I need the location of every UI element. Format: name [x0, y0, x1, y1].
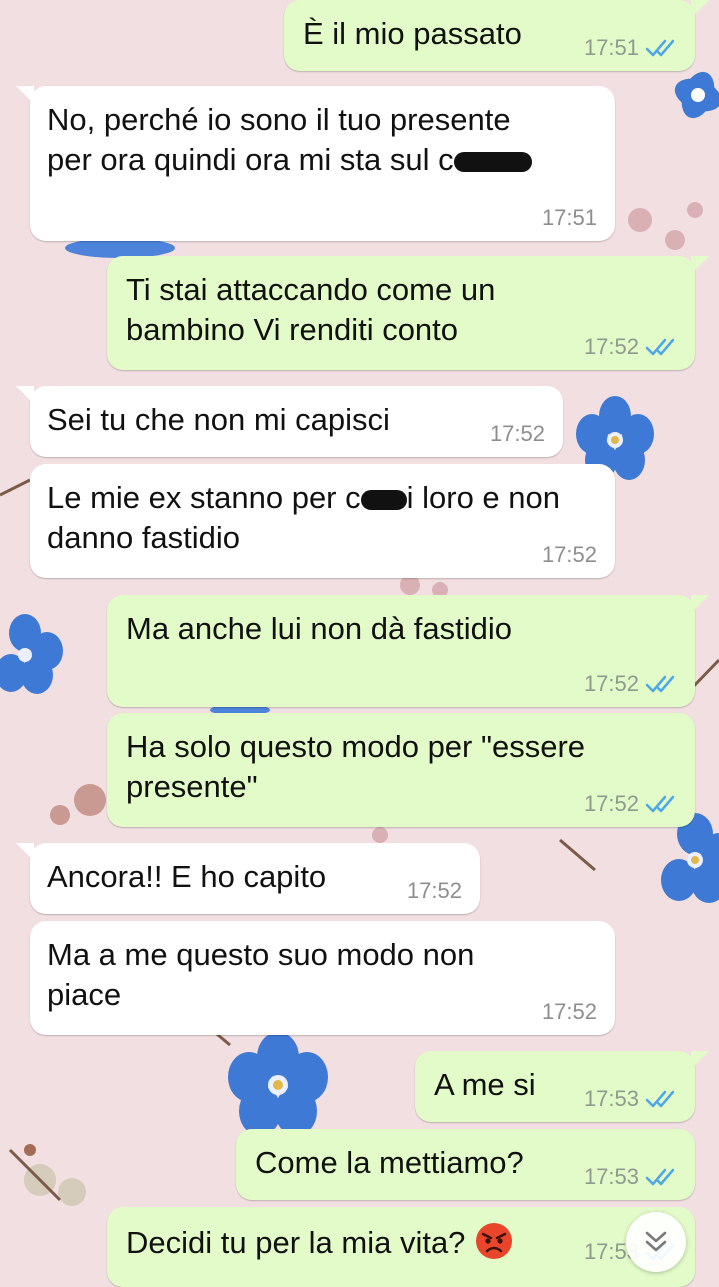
- message-meta: 17:51: [584, 35, 677, 61]
- read-ticks-icon: [645, 1090, 675, 1108]
- message-bubble[interactable]: Ti stai attaccando come un bambino Vi re…: [107, 256, 709, 370]
- message-bubble[interactable]: Ha solo questo modo per "essere presente…: [107, 713, 695, 827]
- message-meta: 17:52: [584, 791, 677, 817]
- message-text: Ha solo questo modo per "essere presente…: [126, 729, 586, 804]
- message-meta: 17:52: [584, 334, 677, 360]
- message-bubble[interactable]: Ma anche lui non dà fastidio 17:52: [107, 595, 709, 707]
- angry-face-emoji: [476, 1223, 513, 1259]
- censor-mark: [453, 151, 532, 172]
- message-line: per ora quindi ora mi sta sul c: [47, 142, 454, 177]
- message-line: No, perché io sono il tuo presente: [47, 102, 511, 137]
- message-bubble[interactable]: Ma a me questo suo modo non piace 17:52: [30, 921, 615, 1035]
- read-ticks-icon: [645, 338, 675, 356]
- message-line: Decidi tu per la mia vita?: [126, 1225, 466, 1260]
- message-bubble[interactable]: A me si 17:53: [415, 1051, 709, 1122]
- message-time: 17:51: [583, 35, 639, 60]
- message-text: Ancora!! E ho capito: [47, 859, 327, 894]
- message-meta: 17:51: [542, 205, 597, 231]
- message-time: 17:53: [583, 1164, 639, 1189]
- message-meta: 17:52: [407, 878, 462, 904]
- message-time: 17:52: [406, 878, 462, 903]
- message-text: Ma anche lui non dà fastidio: [126, 611, 513, 646]
- censor-mark: [360, 489, 407, 510]
- message-bubble[interactable]: Ancora!! E ho capito 17:52: [16, 843, 480, 914]
- message-meta: 17:52: [584, 671, 677, 697]
- message-time: 17:53: [583, 1086, 639, 1111]
- message-time: 17:52: [541, 999, 597, 1024]
- message-bubble[interactable]: Decidi tu per la mia vita? 17:53: [107, 1207, 695, 1287]
- message-time: 17:51: [541, 205, 597, 230]
- message-text: No, perché io sono il tuo presente per o…: [47, 100, 597, 180]
- message-text: Sei tu che non mi capisci: [47, 402, 390, 437]
- message-meta: 17:53: [584, 1086, 677, 1112]
- message-bubble[interactable]: No, perché io sono il tuo presente per o…: [16, 86, 615, 241]
- message-time: 17:52: [583, 791, 639, 816]
- read-ticks-icon: [645, 1168, 675, 1186]
- message-time: 17:52: [583, 334, 639, 359]
- double-chevron-down-icon: [645, 1231, 667, 1252]
- message-meta: 17:52: [542, 999, 597, 1025]
- read-ticks-icon: [645, 39, 675, 57]
- message-time: 17:52: [489, 421, 545, 446]
- message-text: Ti stai attaccando come un bambino Vi re…: [126, 272, 496, 347]
- message-text: Le mie ex stanno per ci loro e non danno…: [47, 478, 575, 558]
- message-bubble[interactable]: Come la mettiamo? 17:53: [236, 1129, 695, 1200]
- message-bubble[interactable]: Sei tu che non mi capisci 17:52: [16, 386, 563, 457]
- message-meta: 17:52: [490, 421, 545, 447]
- message-meta: 17:53: [584, 1164, 677, 1190]
- scroll-to-bottom-button[interactable]: [626, 1212, 686, 1272]
- message-text: Ma a me questo suo modo non piace: [47, 937, 475, 1012]
- message-bubble[interactable]: Le mie ex stanno per ci loro e non danno…: [30, 464, 615, 578]
- message-meta: 17:52: [542, 542, 597, 568]
- read-ticks-icon: [645, 675, 675, 693]
- message-time: 17:52: [583, 671, 639, 696]
- message-line: Le mie ex stanno per c: [47, 480, 361, 515]
- message-time: 17:52: [541, 542, 597, 567]
- message-bubble[interactable]: È il mio passato 17:51: [284, 0, 709, 71]
- read-ticks-icon: [645, 795, 675, 813]
